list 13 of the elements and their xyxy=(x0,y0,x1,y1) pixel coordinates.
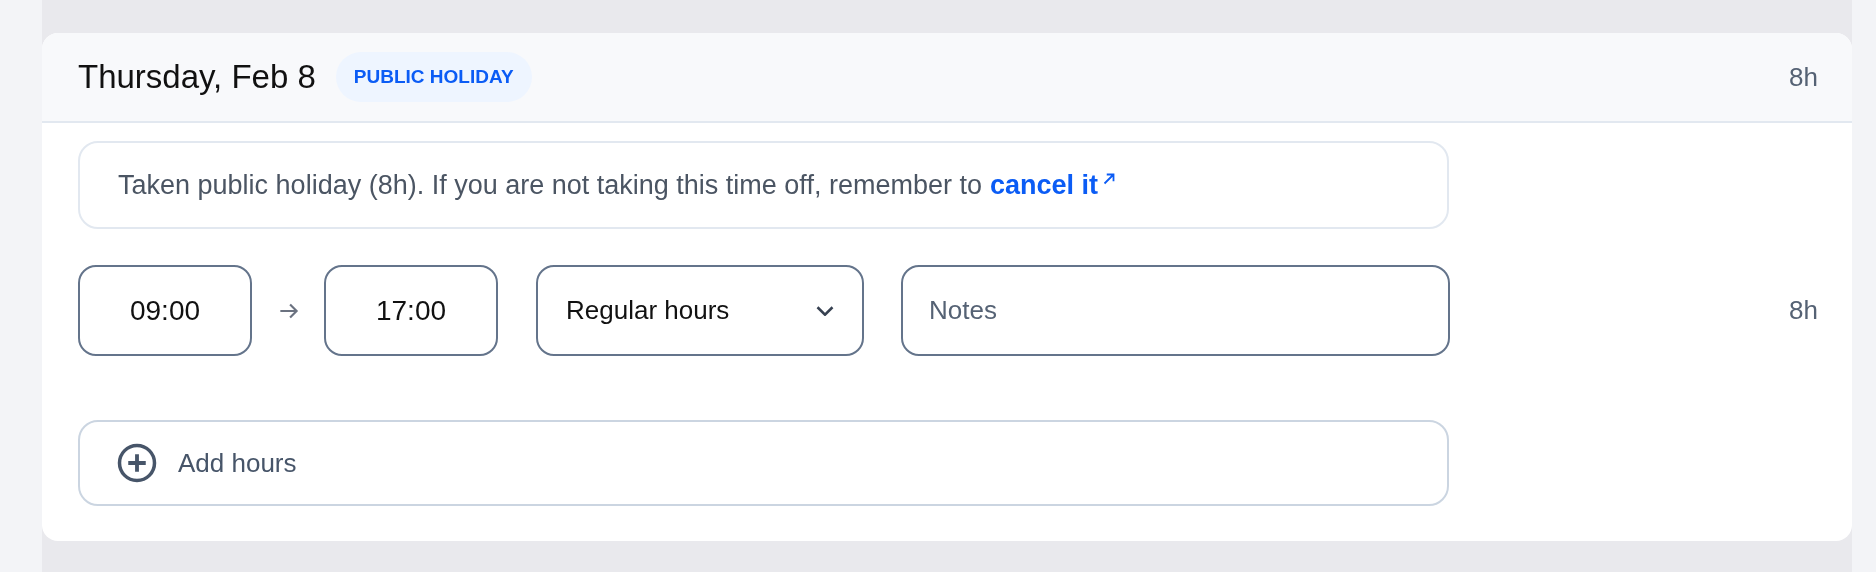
day-total: 8h xyxy=(1789,61,1818,93)
cancel-link[interactable]: cancel it xyxy=(989,169,1118,201)
start-time-field[interactable]: 09:00 xyxy=(78,265,252,356)
add-hours-button[interactable]: Add hours xyxy=(78,420,1449,506)
hours-type-dropdown[interactable]: Regular hours xyxy=(536,265,864,356)
entry-total: 8h xyxy=(1789,295,1818,326)
holiday-badge: PUBLIC HOLIDAY xyxy=(335,52,532,102)
notice-text: Taken public holiday (8h). If you are not taking this time off, remember to xyxy=(118,169,982,201)
day-title: Thursday, Feb 8 xyxy=(78,58,316,96)
chevron-down-icon xyxy=(816,305,834,316)
notes-field[interactable]: Notes xyxy=(901,265,1450,356)
plus-circle-icon xyxy=(116,442,158,484)
end-time-field[interactable]: 17:00 xyxy=(324,265,498,356)
